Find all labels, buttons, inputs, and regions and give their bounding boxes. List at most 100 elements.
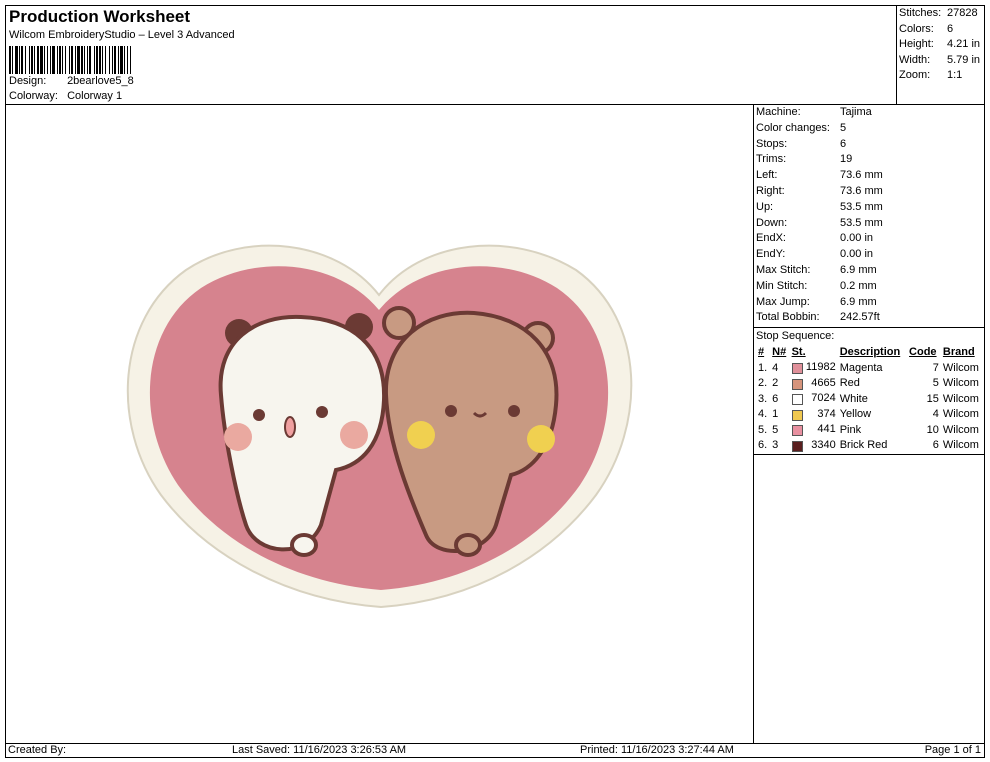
- stop-row: 2. 2 4665 Red 5 Wilcom: [756, 376, 984, 392]
- page-number: Page 1 of 1: [924, 744, 981, 756]
- design-preview: [6, 105, 754, 743]
- stop-number: 5.: [758, 423, 768, 436]
- stitch-count: 7024: [790, 391, 838, 407]
- parameter-row: EndY: 0.00 in: [754, 247, 984, 263]
- parameter-value: 0.2 mm: [840, 279, 877, 292]
- parameter-value: 73.6 mm: [840, 184, 883, 197]
- parameter-row: Min Stitch: 0.2 mm: [754, 279, 984, 295]
- stop-number: 6.: [758, 439, 768, 452]
- parameter-row: Down: 53.5 mm: [754, 216, 984, 232]
- parameter-row: Up: 53.5 mm: [754, 200, 984, 216]
- parameter-label: EndX:: [756, 232, 786, 245]
- color-swatch: [791, 363, 803, 375]
- thread-description: Yellow: [839, 408, 872, 421]
- parameter-value: 53.5 mm: [840, 216, 883, 229]
- thread-description: White: [839, 392, 868, 405]
- needle-number: 1: [772, 408, 779, 421]
- col-code: Code: [909, 346, 937, 359]
- stitch-count: 374: [790, 407, 838, 423]
- thread-description: Red: [839, 377, 860, 390]
- worksheet-footer: Created By: Last Saved: 11/16/2023 3:26:…: [6, 744, 984, 758]
- colorway-row: Colorway: Colorway 1: [9, 90, 122, 102]
- worksheet-frame: Production Worksheet Wilcom EmbroiderySt…: [5, 5, 985, 758]
- parameter-value: Tajima: [840, 106, 872, 118]
- parameter-value: 6.9 mm: [840, 263, 877, 276]
- thread-brand: Wilcom: [942, 423, 979, 436]
- thread-brand: Wilcom: [942, 392, 979, 405]
- parameter-label: Max Stitch:: [756, 263, 811, 276]
- thread-brand: Wilcom: [942, 439, 979, 452]
- parameter-row: Stops: 6: [754, 137, 984, 153]
- stop-number: 1.: [758, 361, 768, 374]
- table-divider: [754, 454, 984, 456]
- thread-code: 10: [926, 423, 939, 436]
- thread-brand: Wilcom: [942, 408, 979, 421]
- printed-date: Printed: 11/16/2023 3:27:44 AM: [580, 744, 734, 756]
- worksheet-title: Production Worksheet: [9, 7, 191, 26]
- design-label: Design:: [9, 75, 47, 87]
- parameter-value: 53.5 mm: [840, 200, 883, 213]
- last-saved: Last Saved: 11/16/2023 3:26:53 AM: [232, 744, 407, 756]
- parameter-row: Color changes: 5: [754, 121, 984, 137]
- colorway-value: Colorway 1: [67, 90, 123, 102]
- stop-row: 1. 4 11982 Magenta 7 Wilcom: [756, 360, 984, 376]
- parameter-value: 242.57ft: [840, 311, 880, 324]
- embroidery-design-image: [126, 244, 633, 609]
- color-swatch: [791, 440, 803, 452]
- stop-row: 5. 5 441 Pink 10 Wilcom: [756, 422, 984, 438]
- colorway-label: Colorway:: [9, 90, 58, 102]
- parameter-label: Trims:: [756, 153, 787, 166]
- stitch-count: 3340: [790, 438, 838, 454]
- parameter-value: 6: [840, 137, 847, 150]
- parameter-row: Total Bobbin: 242.57ft: [754, 310, 984, 326]
- needle-number: 3: [772, 439, 779, 452]
- created-by: Created By:: [8, 744, 67, 756]
- color-swatch: [791, 378, 803, 390]
- parameter-value: 73.6 mm: [840, 169, 883, 182]
- parameter-row: Machine: Tajima: [754, 105, 984, 121]
- parameter-label: EndY:: [756, 248, 786, 261]
- thread-code: 7: [932, 361, 939, 374]
- stop-sequence-title: Stop Sequence:: [756, 330, 835, 343]
- stop-row: 3. 6 7024 White 15 Wilcom: [756, 391, 984, 407]
- stop-sequence-header: # N# St. Description Code Brand: [756, 345, 984, 361]
- thread-code: 15: [926, 392, 939, 405]
- barcode: [9, 46, 131, 74]
- color-swatch: [791, 394, 803, 406]
- parameter-row: Max Stitch: 6.9 mm: [754, 263, 984, 279]
- needle-number: 4: [772, 361, 779, 374]
- col-needle: N#: [772, 346, 787, 359]
- stop-row: 4. 1 374 Yellow 4 Wilcom: [756, 407, 984, 423]
- stat-row: Colors: 6: [899, 22, 954, 35]
- col-brand: Brand: [942, 346, 975, 359]
- color-swatch: [791, 409, 803, 421]
- machine-parameters: Machine: Tajima Color changes: 5 Stops: 6 Trim…: [754, 105, 984, 456]
- needle-number: 2: [772, 377, 779, 390]
- parameter-row: Left: 73.6 mm: [754, 168, 984, 184]
- thread-brand: Wilcom: [942, 377, 979, 390]
- color-swatch: [791, 425, 803, 437]
- thread-code: 6: [932, 439, 939, 452]
- needle-number: 5: [772, 423, 779, 436]
- thread-code: 5: [932, 377, 939, 390]
- parameter-value: 5: [840, 121, 847, 134]
- parameter-value: 0.00 in: [840, 232, 874, 245]
- thread-description: Brick Red: [839, 439, 888, 452]
- design-stats: Stitches: 27828 Colors: 6 Height: 4.21 in W…: [897, 6, 985, 104]
- parameter-value: 0.00 in: [840, 248, 874, 261]
- parameter-label: Left:: [756, 169, 778, 182]
- stat-row: Width: 5.79 in: [899, 53, 981, 66]
- stop-row: 6. 3 3340 Brick Red 6 Wilcom: [756, 438, 984, 454]
- stitch-count: 441: [790, 422, 838, 438]
- parameter-row: EndX: 0.00 in: [754, 231, 984, 247]
- needle-number: 6: [772, 392, 779, 405]
- parameter-row: Max Jump: 6.9 mm: [754, 295, 984, 311]
- stat-row: Zoom: 1:1: [899, 69, 963, 82]
- col-stitches: St.: [791, 346, 806, 359]
- col-description: Description: [839, 346, 901, 359]
- stat-row: Stitches: 27828: [899, 7, 978, 19]
- parameter-label: Max Jump:: [756, 295, 810, 308]
- parameter-label: Stops:: [756, 137, 788, 150]
- stop-number: 4.: [758, 408, 768, 421]
- thread-description: Magenta: [839, 361, 883, 374]
